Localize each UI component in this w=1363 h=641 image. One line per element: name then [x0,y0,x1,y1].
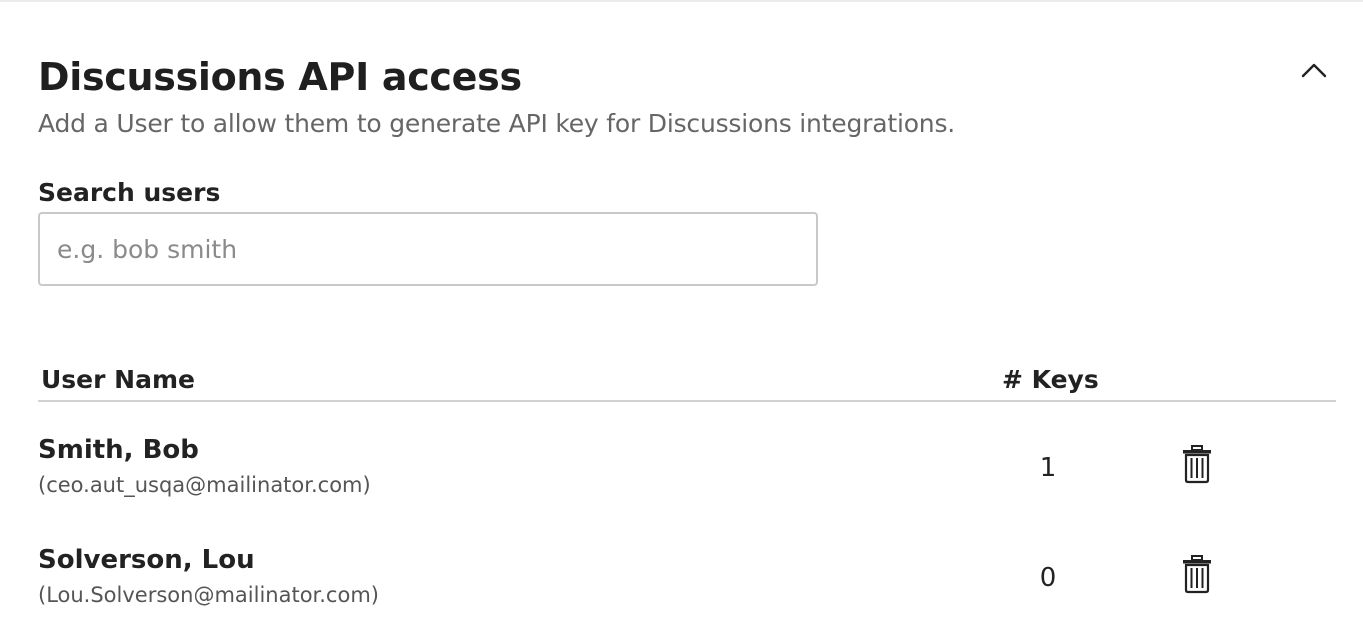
chevron-up-icon [1296,52,1332,88]
trash-icon [1181,444,1213,484]
user-name: Smith, Bob [38,435,199,465]
delete-user-button[interactable] [1181,554,1213,594]
user-email: (ceo.aut_usqa@mailinator.com) [38,473,371,497]
column-header-keys: # Keys [1002,365,1099,394]
table-row: Solverson, Lou (Lou.Solverson@mailinator… [38,538,1336,638]
section-description: Add a User to allow them to generate API… [38,109,956,138]
discussions-api-access-panel: Discussions API access Add a User to all… [38,0,1338,641]
user-email: (Lou.Solverson@mailinator.com) [38,583,379,607]
collapse-button[interactable] [1296,52,1332,88]
column-header-user-name: User Name [41,365,195,394]
delete-user-button[interactable] [1181,444,1213,484]
table-header-divider [38,400,1336,402]
section-title: Discussions API access [38,55,522,99]
user-name: Solverson, Lou [38,545,255,575]
search-users-input[interactable] [38,212,818,286]
key-count: 1 [1039,453,1057,483]
table-row: Smith, Bob (ceo.aut_usqa@mailinator.com)… [38,428,1336,528]
search-users-label: Search users [38,178,221,207]
key-count: 0 [1039,563,1057,593]
trash-icon [1181,554,1213,594]
